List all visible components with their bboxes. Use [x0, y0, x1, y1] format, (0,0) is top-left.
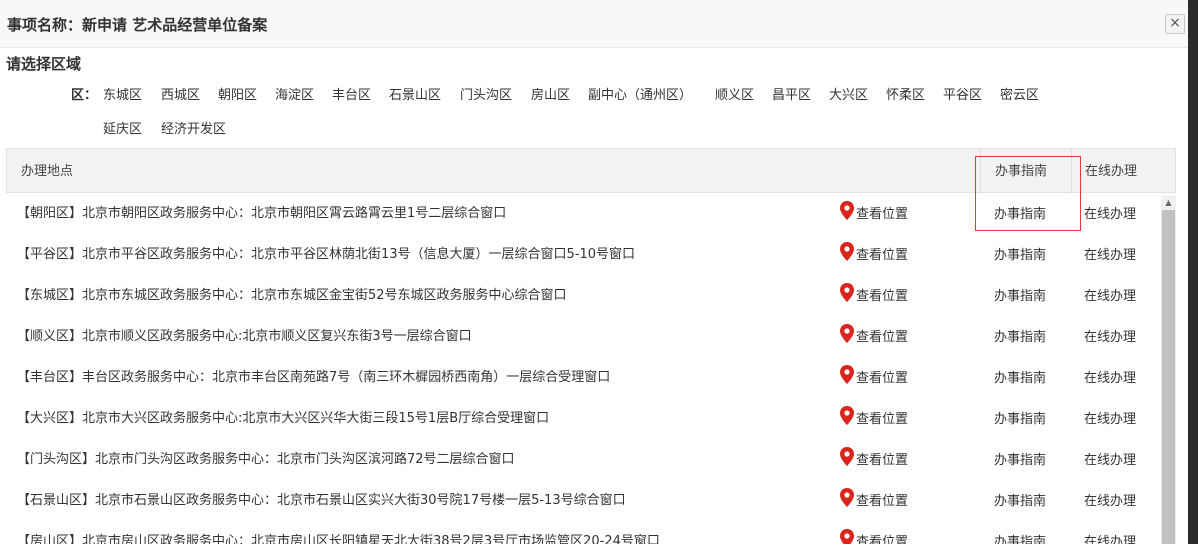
view-location-label: 查看位置: [856, 371, 909, 386]
table-row: 【门头沟区】北京市门头沟区政务服务中心：北京市门头沟区滨河路72号二层综合窗口 …: [6, 437, 1162, 478]
dialog: 事项名称：新申请 艺术品经营单位备案 × 请选择区域 区： 东城区 西城区 朝阳…: [0, 0, 1198, 544]
header-location: 办理地点: [21, 164, 74, 179]
location-pin-icon: [840, 201, 854, 220]
guide-link[interactable]: 办事指南: [994, 449, 1046, 468]
online-apply-link[interactable]: 在线办理: [1084, 244, 1136, 263]
location-pin-icon: [840, 365, 854, 384]
table-scrollbar[interactable]: ▲: [1161, 196, 1176, 544]
table-row: 【石景山区】北京市石景山区政务服务中心：北京市石景山区实兴大街30号院17号楼一…: [6, 478, 1162, 519]
district-chaoyang[interactable]: 朝阳区: [218, 84, 257, 103]
district-mentougou[interactable]: 门头沟区: [460, 84, 512, 103]
district-fangshan[interactable]: 房山区: [531, 84, 570, 103]
district-dongcheng[interactable]: 东城区: [103, 84, 142, 103]
guide-link[interactable]: 办事指南: [994, 531, 1046, 544]
location-pin-icon: [840, 529, 854, 544]
view-location-label: 查看位置: [856, 535, 909, 544]
region-label: 区：: [71, 88, 98, 103]
online-apply-link[interactable]: 在线办理: [1084, 285, 1136, 304]
guide-link[interactable]: 办事指南: [994, 244, 1046, 263]
view-location-label: 查看位置: [856, 453, 909, 468]
close-button[interactable]: ×: [1165, 14, 1185, 34]
view-location-label: 查看位置: [856, 248, 909, 263]
district-economic-development-zone[interactable]: 经济开发区: [161, 118, 226, 137]
guide-link[interactable]: 办事指南: [994, 326, 1046, 345]
view-location-label: 查看位置: [856, 289, 909, 304]
location-pin-icon: [840, 447, 854, 466]
location-table: 办理地点 办事指南 在线办理 【朝阳区】北京市朝阳区政务服务中心：北京市朝阳区霄…: [6, 148, 1176, 544]
location-address: 【房山区】北京市房山区政务服务中心：北京市房山区长阳镇星天北大街38号2层3号厅…: [17, 534, 660, 544]
online-apply-link[interactable]: 在线办理: [1084, 490, 1136, 509]
location-pin-icon: [840, 324, 854, 343]
table-row: 【丰台区】丰台区政务服务中心：北京市丰台区南苑路7号（南三环木樨园桥西南角）一层…: [6, 355, 1162, 396]
header-divider: [1071, 149, 1072, 194]
table-row: 【大兴区】北京市大兴区政务服务中心:北京市大兴区兴华大街三段15号1层B厅综合受…: [6, 396, 1162, 437]
online-apply-link[interactable]: 在线办理: [1084, 449, 1136, 468]
table-row: 【朝阳区】北京市朝阳区政务服务中心：北京市朝阳区霄云路霄云里1号二层综合窗口 查…: [6, 191, 1162, 232]
table-row: 【顺义区】北京市顺义区政务服务中心:北京市顺义区复兴东街3号一层综合窗口 查看位…: [6, 314, 1162, 355]
view-location-label: 查看位置: [856, 330, 909, 345]
location-pin-icon: [840, 488, 854, 507]
table-header: 办理地点 办事指南 在线办理: [6, 148, 1176, 194]
view-location-label: 查看位置: [856, 494, 909, 509]
dialog-title: 事项名称：新申请 艺术品经营单位备案: [7, 16, 268, 34]
guide-link[interactable]: 办事指南: [994, 367, 1046, 386]
header-online: 在线办理: [1085, 164, 1138, 179]
district-pinggu[interactable]: 平谷区: [943, 84, 982, 103]
location-address: 【朝阳区】北京市朝阳区政务服务中心：北京市朝阳区霄云路霄云里1号二层综合窗口: [17, 206, 507, 221]
scroll-thumb[interactable]: [1162, 210, 1175, 544]
online-apply-link[interactable]: 在线办理: [1084, 367, 1136, 386]
location-address: 【门头沟区】北京市门头沟区政务服务中心：北京市门头沟区滨河路72号二层综合窗口: [17, 452, 515, 467]
table-row: 【平谷区】北京市平谷区政务服务中心：北京市平谷区林荫北街13号（信息大厦）一层综…: [6, 232, 1162, 273]
window-edge: [1188, 0, 1198, 544]
scroll-up-arrow-icon[interactable]: ▲: [1161, 196, 1176, 210]
online-apply-link[interactable]: 在线办理: [1084, 408, 1136, 427]
guide-link[interactable]: 办事指南: [994, 490, 1046, 509]
close-icon: ×: [1169, 15, 1181, 31]
district-changping[interactable]: 昌平区: [772, 84, 811, 103]
location-pin-icon: [840, 283, 854, 302]
guide-link[interactable]: 办事指南: [994, 285, 1046, 304]
district-yanqing[interactable]: 延庆区: [103, 118, 142, 137]
guide-link[interactable]: 办事指南: [994, 408, 1046, 427]
district-xicheng[interactable]: 西城区: [161, 84, 200, 103]
district-daxing[interactable]: 大兴区: [829, 84, 868, 103]
location-address: 【大兴区】北京市大兴区政务服务中心:北京市大兴区兴华大街三段15号1层B厅综合受…: [17, 411, 550, 426]
dialog-titlebar: 事项名称：新申请 艺术品经营单位备案 ×: [0, 0, 1188, 48]
district-shunyi[interactable]: 顺义区: [715, 84, 754, 103]
table-row: 【房山区】北京市房山区政务服务中心：北京市房山区长阳镇星天北大街38号2层3号厅…: [6, 519, 1162, 544]
header-divider: [980, 149, 981, 194]
district-tongzhou[interactable]: 副中心（通州区）: [588, 84, 692, 103]
table-row: 【东城区】北京市东城区政务服务中心：北京市东城区金宝街52号东城区政务服务中心综…: [6, 273, 1162, 314]
district-fengtai[interactable]: 丰台区: [332, 84, 371, 103]
district-huairou[interactable]: 怀柔区: [886, 84, 925, 103]
select-region-heading: 请选择区域: [6, 55, 82, 73]
location-pin-icon: [840, 406, 854, 425]
district-shijingshan[interactable]: 石景山区: [389, 84, 441, 103]
location-address: 【平谷区】北京市平谷区政务服务中心：北京市平谷区林荫北街13号（信息大厦）一层综…: [17, 247, 636, 262]
online-apply-link[interactable]: 在线办理: [1084, 203, 1136, 222]
district-haidian[interactable]: 海淀区: [275, 84, 314, 103]
online-apply-link[interactable]: 在线办理: [1084, 531, 1136, 544]
location-address: 【石景山区】北京市石景山区政务服务中心：北京市石景山区实兴大街30号院17号楼一…: [17, 493, 626, 508]
location-address: 【东城区】北京市东城区政务服务中心：北京市东城区金宝街52号东城区政务服务中心综…: [17, 288, 567, 303]
view-location-label: 查看位置: [856, 412, 909, 427]
district-miyun[interactable]: 密云区: [1000, 84, 1039, 103]
online-apply-link[interactable]: 在线办理: [1084, 326, 1136, 345]
header-guide: 办事指南: [995, 164, 1048, 179]
location-pin-icon: [840, 242, 854, 261]
location-address: 【丰台区】丰台区政务服务中心：北京市丰台区南苑路7号（南三环木樨园桥西南角）一层…: [17, 370, 611, 385]
location-address: 【顺义区】北京市顺义区政务服务中心:北京市顺义区复兴东街3号一层综合窗口: [17, 329, 472, 344]
view-location-label: 查看位置: [856, 207, 909, 222]
guide-link[interactable]: 办事指南: [994, 203, 1046, 222]
